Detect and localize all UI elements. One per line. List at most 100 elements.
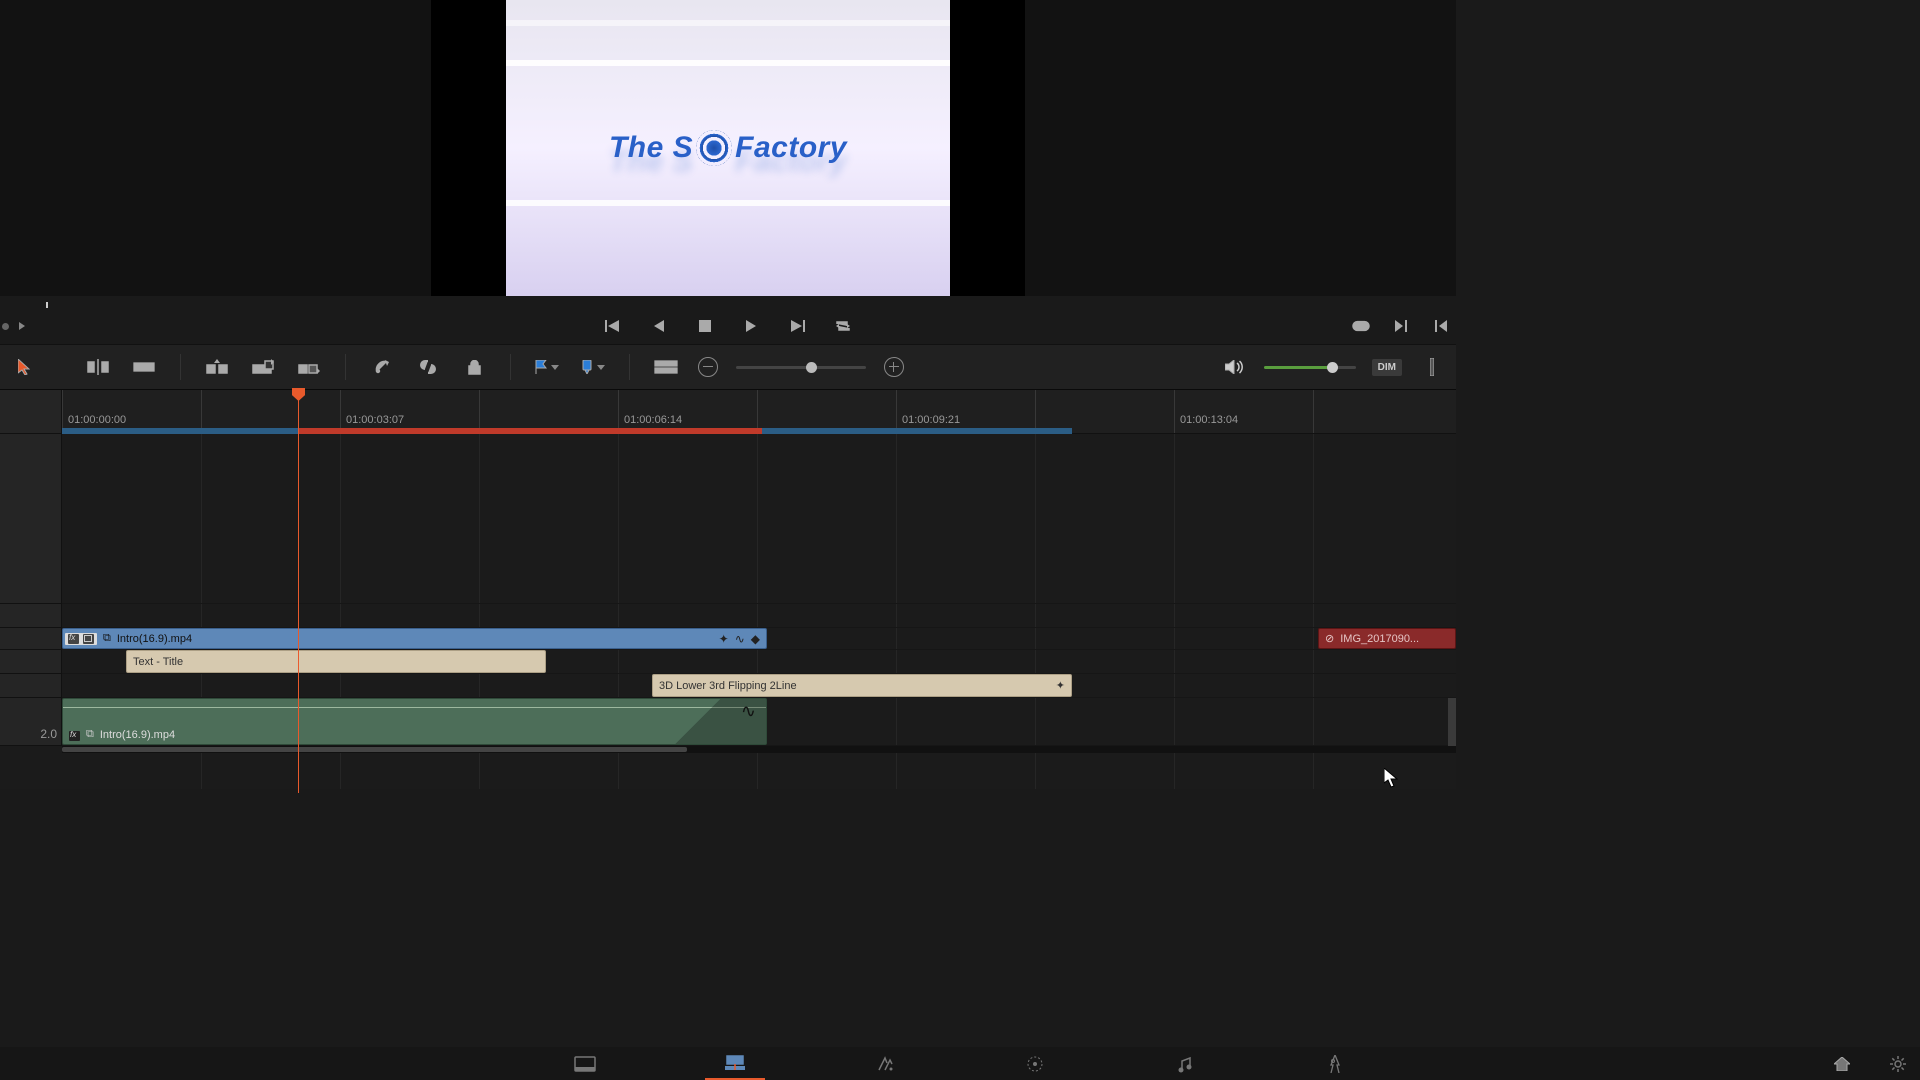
track-head-v1[interactable] xyxy=(0,628,62,650)
marker-button[interactable] xyxy=(579,353,607,381)
track-body-v3[interactable] xyxy=(62,434,1456,604)
clip-label: IMG_2017090... xyxy=(1340,633,1419,645)
ruler-track[interactable]: 01:00:00:00 01:00:03:07 01:00:06:14 01:0… xyxy=(62,390,1456,433)
timeline-vscroll[interactable] xyxy=(1448,698,1456,746)
overwrite-button[interactable] xyxy=(249,353,277,381)
replace-button[interactable] xyxy=(295,353,323,381)
fusion-page-button[interactable] xyxy=(855,1047,915,1080)
playhead[interactable] xyxy=(298,390,299,793)
transport-right xyxy=(1352,319,1450,333)
match-frame-button[interactable] xyxy=(1352,319,1370,333)
deliver-page-button[interactable] xyxy=(1305,1047,1365,1080)
volume-handle[interactable] xyxy=(1327,362,1338,373)
zoom-handle[interactable] xyxy=(806,362,817,373)
curve-icon: ∿ xyxy=(735,632,745,646)
page-nav xyxy=(0,1047,1920,1080)
timeline-tracks[interactable]: ⧉ Intro(16.9).mp4 ✦ ∿ ◆ ⊘ IMG_2017090...… xyxy=(0,434,1456,789)
media-page-button[interactable] xyxy=(555,1047,615,1080)
timeline-ruler[interactable]: 01:00:00:00 01:00:03:07 01:00:06:14 01:0… xyxy=(0,390,1456,434)
zoom-in-button[interactable] xyxy=(884,357,904,377)
track-body-t2[interactable]: 3D Lower 3rd Flipping 2Line ✦ xyxy=(62,674,1456,698)
track-head-t2[interactable] xyxy=(0,674,62,698)
timeline-hscroll[interactable] xyxy=(62,746,1456,753)
insert-button[interactable] xyxy=(203,353,231,381)
track-head-a1[interactable]: 2.0 xyxy=(0,698,62,746)
fx-icon xyxy=(68,634,79,644)
step-back-button[interactable] xyxy=(650,319,668,333)
separator xyxy=(510,354,511,380)
dim-button[interactable]: DIM xyxy=(1372,359,1402,376)
clip-lower-third[interactable]: 3D Lower 3rd Flipping 2Line ✦ xyxy=(652,674,1072,697)
go-end-button[interactable] xyxy=(788,319,806,333)
timecode-label: 01:00:00:00 xyxy=(68,414,126,426)
clip-badge-icons xyxy=(65,633,97,645)
trim-tool[interactable] xyxy=(84,353,112,381)
retime-icon xyxy=(83,634,94,644)
clip-video-intro[interactable]: ⧉ Intro(16.9).mp4 ✦ ∿ ◆ xyxy=(62,628,767,649)
transport-left xyxy=(0,322,25,330)
track-body-t1[interactable]: Text - Title xyxy=(62,650,1456,674)
record-dot-icon[interactable] xyxy=(2,323,9,330)
play-button[interactable] xyxy=(742,319,760,333)
timecode-label: 01:00:09:21 xyxy=(902,414,960,426)
edit-page-button[interactable] xyxy=(705,1047,765,1080)
clip-label: Text - Title xyxy=(133,656,183,668)
track-body-v2[interactable] xyxy=(62,604,1456,628)
link-icon: ⧉ xyxy=(86,728,94,741)
go-start-button[interactable] xyxy=(604,319,622,333)
compound-icon: ✦ xyxy=(1056,679,1065,692)
zoom-out-button[interactable] xyxy=(698,357,718,377)
expand-icon[interactable] xyxy=(19,322,25,330)
selection-tool[interactable] xyxy=(10,353,38,381)
viewer-content: The SFactory xyxy=(506,0,950,296)
clip-red-img[interactable]: ⊘ IMG_2017090... xyxy=(1318,628,1456,649)
audio-gain-label: 2.0 xyxy=(40,727,57,741)
viewer-frame[interactable]: The SFactory xyxy=(431,0,1025,296)
blade-tool[interactable] xyxy=(130,353,158,381)
fairlight-page-button[interactable] xyxy=(1155,1047,1215,1080)
keyframe-icon: ◆ xyxy=(751,632,760,646)
clip-label: Intro(16.9).mp4 xyxy=(100,729,175,741)
link-icon: ⧉ xyxy=(103,632,111,645)
hscroll-thumb[interactable] xyxy=(62,747,687,752)
dynamic-trim-icon[interactable] xyxy=(368,353,396,381)
offline-icon: ⊘ xyxy=(1325,632,1334,645)
track-head-v3[interactable] xyxy=(0,434,62,604)
track-head-v2[interactable] xyxy=(0,604,62,628)
fx-icon xyxy=(69,731,80,741)
mute-button[interactable] xyxy=(1418,353,1446,381)
settings-button[interactable] xyxy=(1884,1050,1912,1078)
separator xyxy=(180,354,181,380)
chevron-down-icon[interactable] xyxy=(597,365,605,370)
timeline-view-button[interactable] xyxy=(652,353,680,381)
speaker-icon[interactable] xyxy=(1220,353,1248,381)
spiral-icon xyxy=(696,130,732,166)
clip-text-title[interactable]: Text - Title xyxy=(126,650,546,673)
zoom-slider[interactable] xyxy=(736,366,866,369)
lock-button[interactable] xyxy=(460,353,488,381)
link-button[interactable] xyxy=(414,353,442,381)
playhead-head-icon[interactable] xyxy=(292,388,305,401)
separator xyxy=(345,354,346,380)
home-button[interactable] xyxy=(1828,1050,1856,1078)
bottom-right-icons xyxy=(1828,1050,1912,1078)
chevron-down-icon[interactable] xyxy=(551,365,559,370)
compound-icon: ✦ xyxy=(719,632,729,646)
viewer-area: The SFactory xyxy=(0,0,1456,296)
stop-button[interactable] xyxy=(696,319,714,333)
timeline-toolbar: DIM xyxy=(0,344,1456,390)
clip-right-icons: ✦ ∿ ◆ xyxy=(719,632,760,646)
track-head-t1[interactable] xyxy=(0,650,62,674)
clip-label: Intro(16.9).mp4 xyxy=(117,633,713,645)
prev-clip-button[interactable] xyxy=(1432,319,1450,333)
mini-scrubber[interactable] xyxy=(0,296,1456,308)
color-page-button[interactable] xyxy=(1005,1047,1065,1080)
clip-audio-intro[interactable]: ⧉ Intro(16.9).mp4 ∿ xyxy=(62,698,767,745)
loop-button[interactable] xyxy=(834,319,852,333)
track-body-v1[interactable]: ⧉ Intro(16.9).mp4 ✦ ∿ ◆ ⊘ IMG_2017090... xyxy=(62,628,1456,650)
next-clip-button[interactable] xyxy=(1392,319,1410,333)
separator xyxy=(629,354,630,380)
flag-button[interactable] xyxy=(533,353,561,381)
volume-slider[interactable] xyxy=(1264,366,1356,369)
track-body-a1[interactable]: ⧉ Intro(16.9).mp4 ∿ xyxy=(62,698,1456,746)
